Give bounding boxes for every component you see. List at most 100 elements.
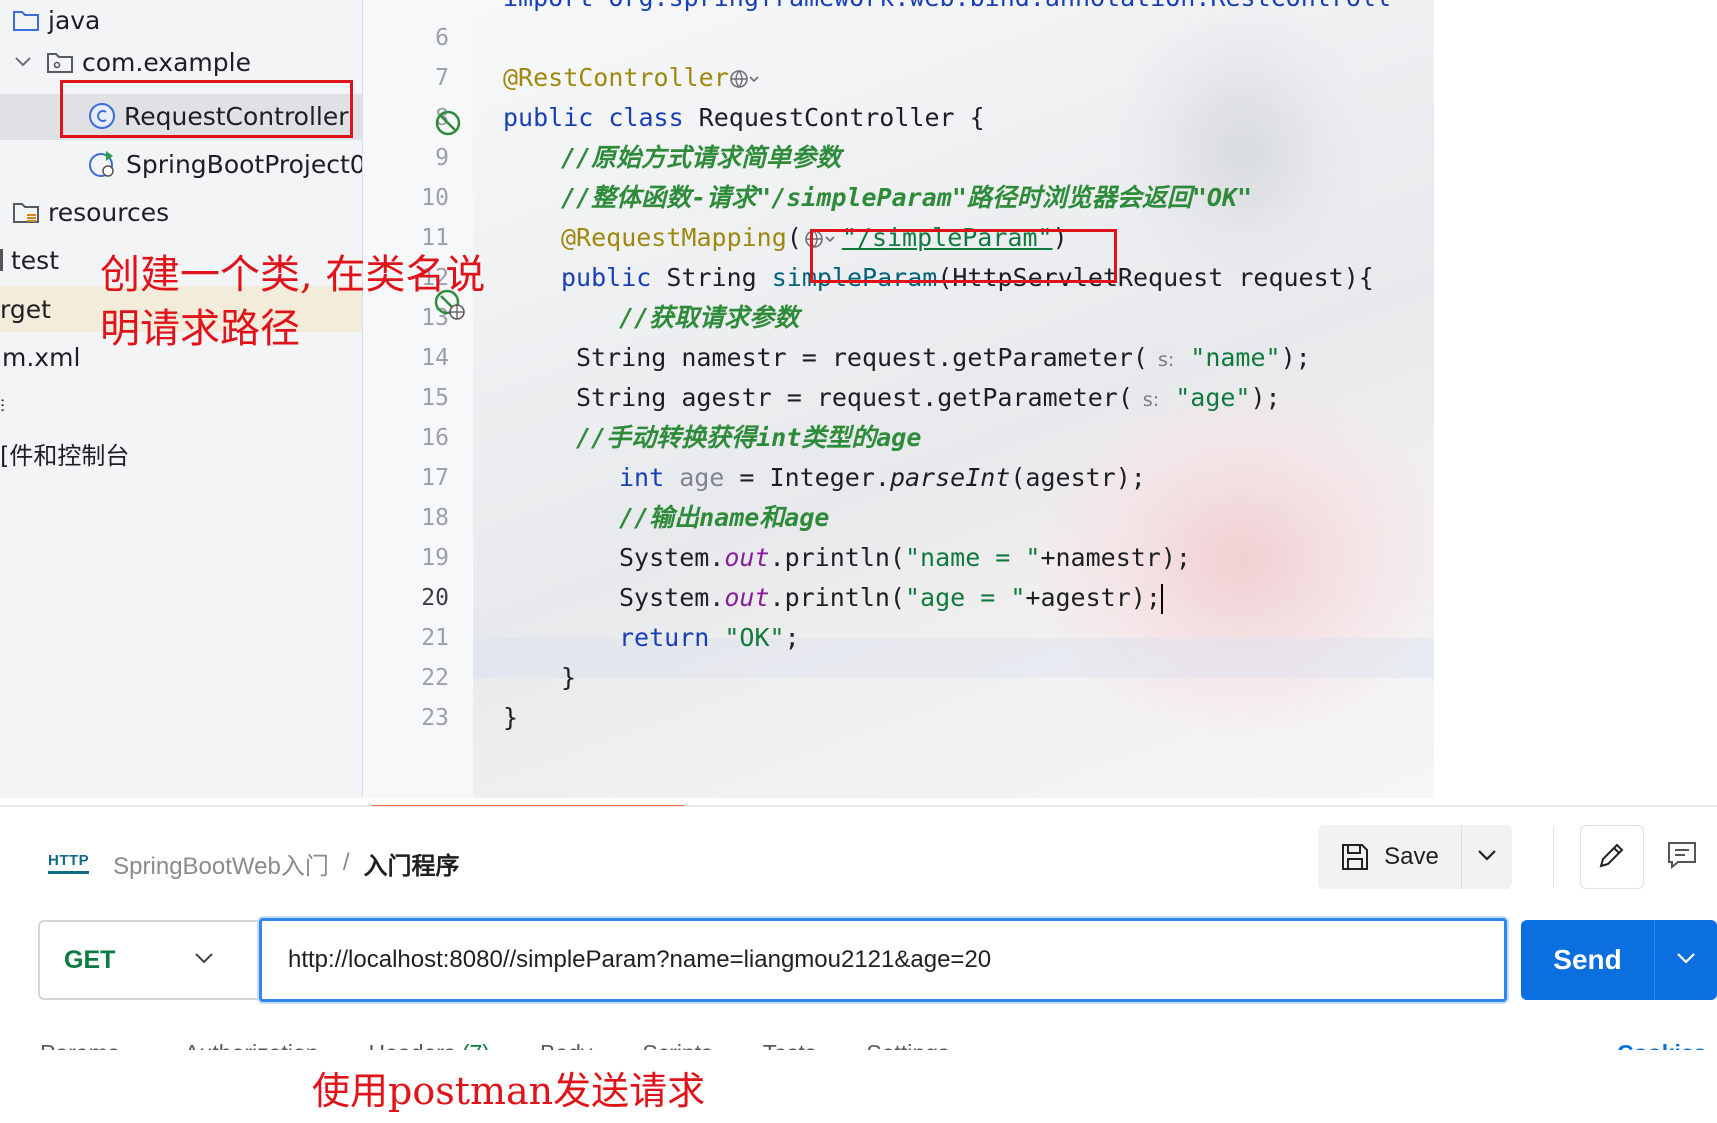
code-string: "OK" bbox=[709, 623, 785, 652]
code-line-19: System.out.println("name = "+namestr); bbox=[619, 538, 1191, 578]
send-options-button[interactable] bbox=[1655, 920, 1717, 1000]
breadcrumb-separator: / bbox=[342, 849, 350, 876]
line-number: 16 bbox=[421, 425, 449, 451]
breadcrumb-request-name[interactable]: 入门程序 bbox=[364, 846, 460, 881]
bean-gutter-icon[interactable] bbox=[433, 108, 465, 145]
line-number: 23 bbox=[421, 705, 449, 731]
code-line-13: //获取请求参数 bbox=[619, 298, 799, 338]
line-number: 14 bbox=[421, 345, 449, 371]
code-token: String bbox=[651, 263, 772, 292]
send-button-group: Send bbox=[1521, 920, 1717, 1000]
code-token: .println( bbox=[769, 583, 905, 612]
breadcrumb-collection[interactable]: SpringBootWeb入门 bbox=[113, 846, 329, 881]
edit-button[interactable] bbox=[1580, 825, 1644, 889]
line-number: 6 bbox=[435, 25, 449, 51]
url-input[interactable]: http://localhost:8080//simpleParam?name=… bbox=[259, 918, 1507, 1002]
tree-item-target[interactable]: rget bbox=[0, 289, 51, 329]
line-number: 22 bbox=[421, 665, 449, 691]
highlight-box-mapping bbox=[810, 229, 1117, 283]
code-token: @RequestMapping bbox=[561, 223, 787, 252]
save-options-button[interactable] bbox=[1462, 825, 1512, 889]
save-button[interactable]: Save bbox=[1318, 825, 1462, 889]
code-comment: //输出name和age bbox=[619, 503, 830, 532]
code-token: +agestr); bbox=[1025, 583, 1161, 612]
code-line-21: return "OK"; bbox=[619, 618, 800, 658]
resources-folder-icon bbox=[12, 200, 40, 224]
annotation-class-note-2: 明请求路径 bbox=[100, 306, 300, 352]
code-token: public class bbox=[503, 103, 684, 132]
line-number: 20 bbox=[421, 585, 449, 611]
spring-class-icon bbox=[88, 149, 118, 179]
postman-panel: HTTP SpringBootWeb入门 / 入门程序 Save GET htt… bbox=[0, 805, 1717, 1055]
code-token: +namestr); bbox=[1040, 543, 1191, 572]
code-token: ( bbox=[786, 223, 802, 252]
tree-item-java[interactable]: java bbox=[12, 0, 100, 40]
comment-icon bbox=[1666, 840, 1698, 875]
code-token: RequestController { bbox=[683, 103, 985, 132]
tree-item-label: [件和控制台 bbox=[0, 441, 130, 470]
tree-item-test[interactable]: test bbox=[0, 240, 59, 280]
tree-item-label: rget bbox=[0, 294, 51, 324]
tree-item-springbootproject02[interactable]: SpringBootProject02 bbox=[88, 144, 362, 184]
url-text: http://localhost:8080//simpleParam?name=… bbox=[288, 946, 992, 973]
code-comment: //原始方式请求简单参数 bbox=[561, 143, 842, 172]
code-comment: //整体函数-请求"/simpleParam"路径时浏览器会返回"OK" bbox=[561, 183, 1253, 212]
tree-item-resources[interactable]: resources bbox=[12, 192, 169, 232]
code-token: ); bbox=[1250, 383, 1281, 412]
code-line-8: public class RequestController { bbox=[503, 98, 985, 138]
annotation-postman-note: 使用postman发送请求 bbox=[312, 1069, 706, 1113]
editor-background-image bbox=[1113, 0, 1373, 300]
code-string: "age = " bbox=[904, 583, 1026, 612]
code-line-14: String namestr = request.getParameter(s:… bbox=[576, 338, 1311, 378]
code-string: "age" bbox=[1175, 383, 1251, 412]
line-number: 19 bbox=[421, 545, 449, 571]
comments-button[interactable] bbox=[1650, 825, 1714, 889]
tree-item-label: test bbox=[11, 245, 60, 275]
tree-item-com-example[interactable]: com.example bbox=[14, 42, 251, 82]
chevron-down-icon bbox=[1676, 951, 1696, 970]
code-editor[interactable]: import org.springframework.web.bind.anno… bbox=[473, 0, 1434, 798]
code-token: return bbox=[619, 623, 710, 652]
breadcrumb: HTTP SpringBootWeb入门 / 入门程序 bbox=[48, 845, 460, 881]
tree-item-pom-xml[interactable]: m.xml bbox=[2, 337, 80, 377]
tree-item-label: ⵗ bbox=[0, 395, 6, 415]
code-line-7: @RestController bbox=[503, 58, 759, 98]
folder-icon bbox=[12, 8, 40, 32]
globe-icon[interactable] bbox=[729, 63, 759, 92]
chevron-down-icon[interactable] bbox=[14, 55, 32, 69]
line-number: 21 bbox=[421, 625, 449, 651]
code-token: } bbox=[561, 663, 577, 692]
partial-icon bbox=[0, 249, 3, 271]
http-request-icon: HTTP bbox=[48, 852, 90, 874]
code-line-18: //输出name和age bbox=[619, 498, 829, 538]
code-token: String namestr = request.getParameter( bbox=[576, 343, 1148, 372]
code-token: import org.springframework.web.bind.anno… bbox=[503, 0, 1391, 12]
divider bbox=[0, 805, 1717, 807]
code-line-20: System.out.println("age = "+agestr); bbox=[619, 578, 1163, 618]
code-token: String agestr = request.getParameter( bbox=[576, 383, 1133, 412]
code-line-16: //手动转换获得int类型的age bbox=[576, 418, 921, 458]
code-line-17: int age = Integer.parseInt(agestr); bbox=[619, 458, 1146, 498]
tree-item-label: m.xml bbox=[2, 342, 81, 372]
line-number: 18 bbox=[421, 505, 449, 531]
chevron-down-icon bbox=[194, 951, 214, 970]
active-tab-indicator bbox=[372, 805, 684, 806]
method-select[interactable]: GET bbox=[38, 920, 260, 1000]
package-icon bbox=[46, 50, 74, 74]
code-token: System. bbox=[619, 543, 725, 572]
send-button[interactable]: Send bbox=[1521, 920, 1655, 1000]
code-token: .println( bbox=[769, 543, 905, 572]
code-string: "name" bbox=[1190, 343, 1281, 372]
tree-item-label: java bbox=[48, 5, 101, 35]
code-token: age bbox=[664, 463, 725, 492]
text-caret bbox=[1160, 584, 1163, 614]
highlight-box-class bbox=[60, 80, 353, 138]
line-number: 7 bbox=[435, 65, 449, 91]
tree-item-external-libraries[interactable]: ⵗ bbox=[0, 385, 5, 425]
code-line-22: } bbox=[561, 658, 576, 698]
code-line-5: import org.springframework.web.bind.anno… bbox=[503, 0, 1391, 18]
annotation-strip bbox=[0, 1050, 1717, 1123]
tree-item-label: resources bbox=[48, 197, 170, 227]
tree-item-scratches[interactable]: [件和控制台 bbox=[0, 433, 129, 473]
tree-item-label: com.example bbox=[82, 47, 251, 77]
